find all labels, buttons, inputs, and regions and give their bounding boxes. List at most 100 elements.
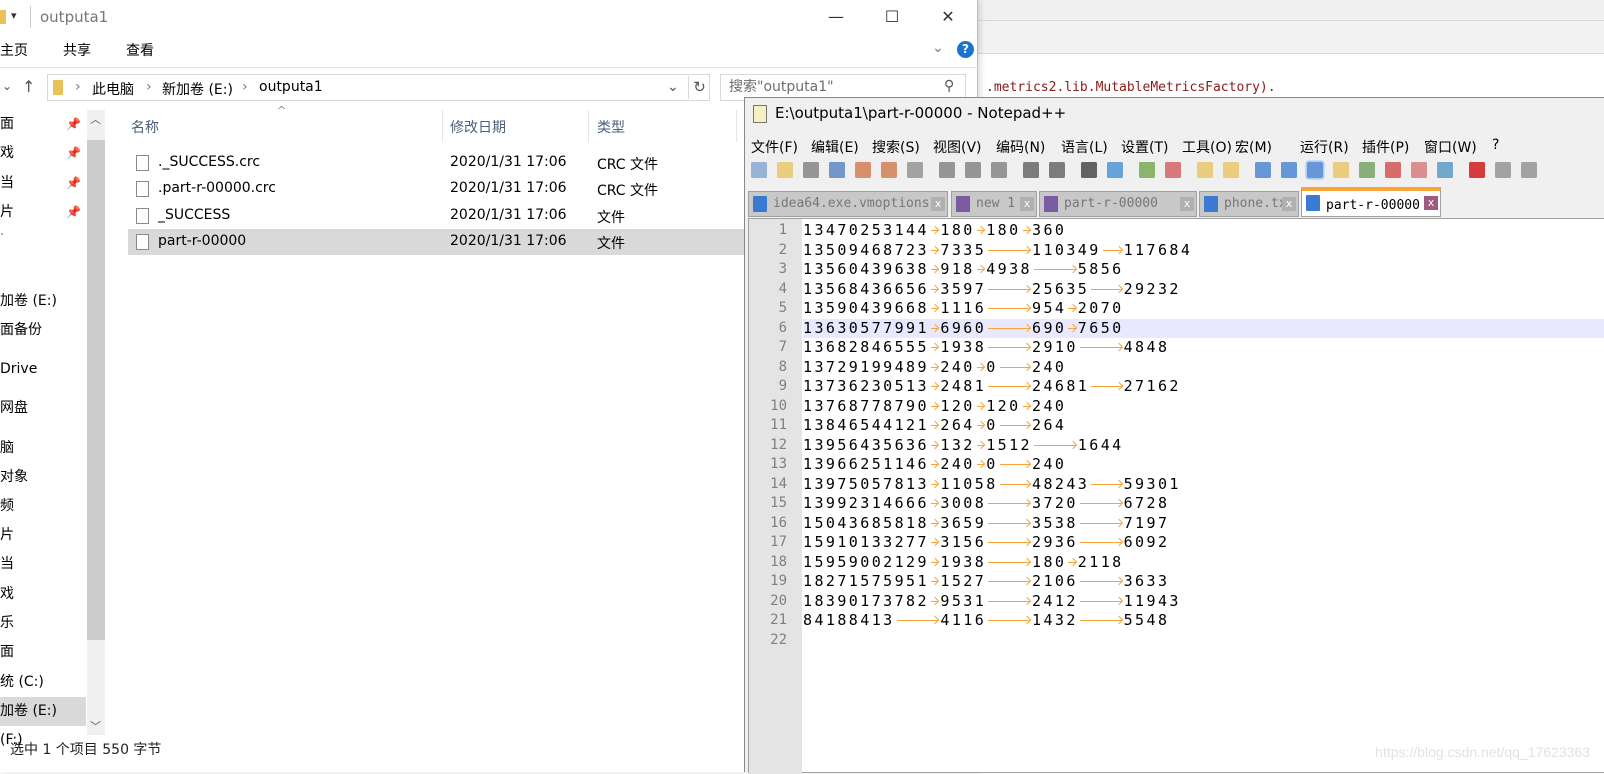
nav-item[interactable]: 统 (C:) bbox=[0, 668, 86, 697]
text-line[interactable]: 13768778790 120 120 240 bbox=[803, 397, 1604, 417]
breadcrumb-drive-e[interactable]: 新加卷 (E:) bbox=[162, 79, 233, 99]
nav-item[interactable]: 网盘 bbox=[0, 394, 86, 423]
pin-icon[interactable]: 📌 bbox=[66, 146, 81, 160]
close-button[interactable]: ✕ bbox=[924, 0, 972, 34]
new-file-icon[interactable] bbox=[751, 162, 767, 178]
recent-locations-chevron-icon[interactable]: ⌄ bbox=[2, 79, 12, 93]
pin-icon[interactable]: 📌 bbox=[66, 205, 81, 219]
record-macro-icon[interactable] bbox=[1469, 162, 1485, 178]
word-wrap-icon[interactable] bbox=[1255, 162, 1271, 178]
editor-tab[interactable]: idea64.exe.vmoptions x bbox=[748, 191, 948, 217]
zoom-in-icon[interactable] bbox=[1139, 162, 1155, 178]
indent-guide-icon[interactable] bbox=[1305, 160, 1325, 180]
menu-item[interactable]: 宏(M) bbox=[1235, 137, 1272, 157]
refresh-icon[interactable]: ↻ bbox=[688, 76, 710, 99]
function-list-icon[interactable] bbox=[1385, 162, 1401, 178]
nav-item[interactable]: 加卷 (E:) bbox=[0, 287, 86, 316]
close-tab-icon[interactable]: x bbox=[1020, 197, 1034, 211]
nav-item[interactable]: 当 bbox=[0, 550, 86, 579]
column-divider[interactable] bbox=[588, 110, 589, 142]
nav-item[interactable]: 对象 bbox=[0, 463, 86, 492]
column-header-name[interactable]: 名称 bbox=[131, 117, 159, 137]
redo-icon[interactable] bbox=[1049, 162, 1065, 178]
monitoring-icon[interactable] bbox=[1437, 162, 1453, 178]
text-line[interactable]: 13470253144 180 180 360 bbox=[803, 221, 1604, 241]
menu-item[interactable]: 运行(R) bbox=[1300, 137, 1349, 157]
nav-item[interactable]: 戏 bbox=[0, 580, 86, 609]
help-icon[interactable]: ? bbox=[957, 41, 974, 58]
menu-item[interactable]: 视图(V) bbox=[933, 137, 982, 157]
close-icon[interactable] bbox=[855, 162, 871, 178]
text-line[interactable]: 13729199489 240 0 240 bbox=[803, 358, 1604, 378]
zoom-out-icon[interactable] bbox=[1165, 162, 1181, 178]
text-line[interactable] bbox=[803, 631, 1604, 651]
menu-item[interactable]: 语言(L) bbox=[1061, 137, 1108, 157]
column-header-date[interactable]: 修改日期 bbox=[450, 117, 506, 137]
column-header-type[interactable]: 类型 bbox=[597, 117, 625, 137]
text-line[interactable]: 13736230513 2481 24681 27162 bbox=[803, 377, 1604, 397]
document-map-icon[interactable] bbox=[1359, 162, 1375, 178]
pin-icon[interactable]: 📌 bbox=[66, 117, 81, 131]
editor-tab[interactable]: part-r-00000 x bbox=[1039, 191, 1197, 217]
text-editor[interactable]: 1 2 3 4 5 6 7 8 9 10 11 12 13 14 15 16 17 18 19 20 21 22 1347… bbox=[748, 218, 1604, 774]
text-line[interactable]: 18271575951 1527 2106 3633 bbox=[803, 572, 1604, 592]
column-divider[interactable] bbox=[736, 110, 737, 142]
ribbon-tab-share[interactable]: 共享 bbox=[63, 40, 91, 60]
column-divider[interactable] bbox=[442, 110, 443, 142]
quick-access-dropdown-icon[interactable]: ▾ bbox=[11, 9, 17, 22]
file-row[interactable]: _SUCCESS 2020/1/31 17:06 文件 bbox=[128, 203, 748, 229]
up-arrow-icon[interactable]: ↑ bbox=[22, 77, 35, 96]
text-line[interactable]: 13682846555 1938 2910 4848 bbox=[803, 338, 1604, 358]
text-line[interactable]: 13568436656 3597 25635 29232 bbox=[803, 280, 1604, 300]
menu-item[interactable]: ? bbox=[1492, 137, 1499, 153]
breadcrumb-separator-icon[interactable]: › bbox=[242, 79, 248, 95]
pin-icon[interactable]: 📌 bbox=[66, 176, 81, 190]
text-line[interactable]: 13956435636 132 1512 1644 bbox=[803, 436, 1604, 456]
nav-item[interactable]: 乐 bbox=[0, 609, 86, 638]
menu-item[interactable]: 搜索(S) bbox=[872, 137, 920, 157]
copy-icon[interactable] bbox=[965, 162, 981, 178]
stop-macro-icon[interactable] bbox=[1495, 162, 1511, 178]
udl-icon[interactable] bbox=[1333, 162, 1349, 178]
editor-tab[interactable]: phone.txt x bbox=[1199, 191, 1299, 217]
nav-item[interactable]: 频 bbox=[0, 492, 86, 521]
editor-tab[interactable]: part-r-00000 x bbox=[1301, 187, 1441, 217]
text-line[interactable]: 15043685818 3659 3538 7197 bbox=[803, 514, 1604, 534]
text-line[interactable]: 13846544121 264 0 264 bbox=[803, 416, 1604, 436]
menu-item[interactable]: 编辑(E) bbox=[811, 137, 859, 157]
find-icon[interactable] bbox=[1081, 162, 1097, 178]
text-line[interactable]: 13560439638 918 4938 5856 bbox=[803, 260, 1604, 280]
file-row[interactable]: .part-r-00000.crc 2020/1/31 17:06 CRC 文件 bbox=[128, 176, 748, 202]
menu-item[interactable]: 工具(O) bbox=[1182, 137, 1232, 157]
close-tab-icon[interactable]: x bbox=[1424, 196, 1438, 210]
play-macro-icon[interactable] bbox=[1521, 162, 1537, 178]
sync-vertical-icon[interactable] bbox=[1197, 162, 1213, 178]
nav-item[interactable]: 面 bbox=[0, 638, 86, 667]
close-tab-icon[interactable]: x bbox=[1282, 197, 1296, 211]
show-all-chars-icon[interactable] bbox=[1281, 162, 1297, 178]
text-line[interactable]: 84188413 4116 1432 5548 bbox=[803, 611, 1604, 631]
menu-item[interactable]: 窗口(W) bbox=[1424, 137, 1477, 157]
address-dropdown-icon[interactable]: ⌄ bbox=[667, 79, 679, 95]
editor-tab[interactable]: new 1 x bbox=[951, 191, 1037, 217]
ribbon-tab-view[interactable]: 查看 bbox=[126, 40, 154, 60]
breadcrumb-separator-icon[interactable]: › bbox=[75, 79, 81, 95]
save-all-icon[interactable] bbox=[829, 162, 845, 178]
undo-icon[interactable] bbox=[1023, 162, 1039, 178]
text-line[interactable]: 13992314666 3008 3720 6728 bbox=[803, 494, 1604, 514]
menu-item[interactable]: 设置(T) bbox=[1121, 137, 1168, 157]
file-row[interactable]: part-r-00000 2020/1/31 17:06 文件 bbox=[128, 229, 748, 255]
breadcrumb-outputa1[interactable]: outputa1 bbox=[259, 79, 323, 95]
file-row[interactable]: ._SUCCESS.crc 2020/1/31 17:06 CRC 文件 bbox=[128, 150, 748, 176]
replace-icon[interactable] bbox=[1107, 162, 1123, 178]
text-line[interactable]: 18390173782 9531 2412 11943 bbox=[803, 592, 1604, 612]
scroll-up-icon[interactable]: ︿ bbox=[90, 111, 101, 127]
breadcrumb-separator-icon[interactable]: › bbox=[146, 79, 152, 95]
print-icon[interactable] bbox=[907, 162, 923, 178]
ribbon-tab-home[interactable]: 主页 bbox=[0, 40, 28, 60]
folder-workspace-icon[interactable] bbox=[1411, 162, 1427, 178]
close-all-icon[interactable] bbox=[881, 162, 897, 178]
text-line[interactable]: 13975057813 11058 48243 59301 bbox=[803, 475, 1604, 495]
text-line[interactable]: 15910133277 3156 2936 6092 bbox=[803, 533, 1604, 553]
text-line[interactable]: 13590439668 1116 954 2070 bbox=[803, 299, 1604, 319]
